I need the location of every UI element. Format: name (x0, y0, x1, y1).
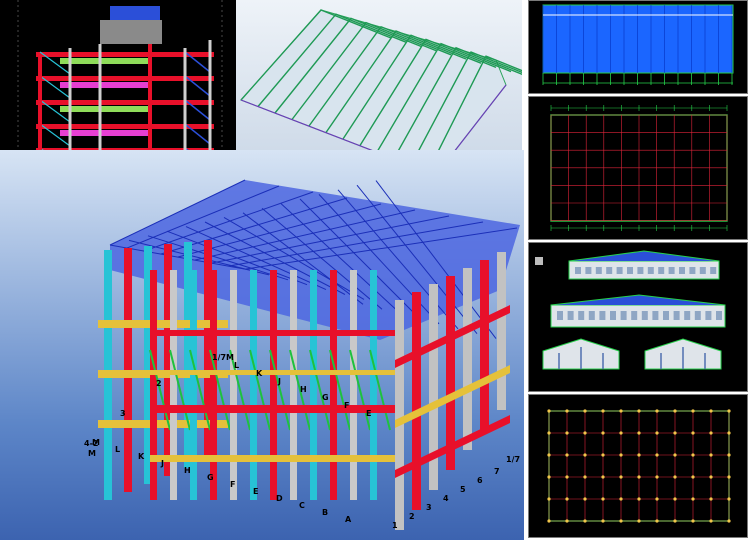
axis-label: C (299, 501, 305, 510)
axis-label: F (344, 401, 349, 410)
cad-plan-grid-1 (528, 96, 748, 240)
axis-label: 4-2 (84, 439, 98, 448)
axis-label: 5 (460, 485, 466, 494)
axis-label: L (115, 445, 120, 454)
axis-label: L (234, 361, 239, 370)
main-steel-structure-view: M L K J H G F E D C B A 1 2 3 4 5 6 7 1/7M L K J H G F E 4-2 3 2 1/7 M (0, 150, 524, 540)
axis-label: 2 (409, 512, 415, 521)
cad-elevations-sheet (528, 242, 748, 392)
axis-label: J (160, 459, 164, 468)
axis-label: K (138, 452, 145, 461)
axis-label: M (88, 449, 96, 458)
axis-label: 3 (120, 409, 126, 418)
axis-label: 1/7M (212, 353, 234, 362)
axis-label: D (276, 494, 283, 503)
axis-label: 6 (477, 476, 483, 485)
axis-label: K (256, 369, 263, 378)
cad-elevation-blue (528, 0, 748, 94)
axis-label: 1 (392, 521, 398, 530)
axis-label: G (207, 473, 214, 482)
cad-plan-grid-2 (528, 394, 748, 538)
axis-label: 1/7 (506, 455, 520, 464)
axis-label: 3 (426, 503, 432, 512)
axis-label: E (366, 409, 371, 418)
axis-label: F (230, 480, 235, 489)
axis-label: 4 (443, 494, 449, 503)
axis-label: 2 (156, 379, 162, 388)
axis-label: A (345, 515, 352, 524)
axis-label: 7 (494, 467, 500, 476)
axis-label: H (184, 466, 191, 475)
axis-label: J (277, 377, 281, 386)
cad-drawings-column (524, 0, 750, 540)
axis-label: E (253, 487, 258, 496)
axis-label: B (322, 508, 328, 517)
axis-label: H (300, 385, 307, 394)
axis-label: G (322, 393, 329, 402)
